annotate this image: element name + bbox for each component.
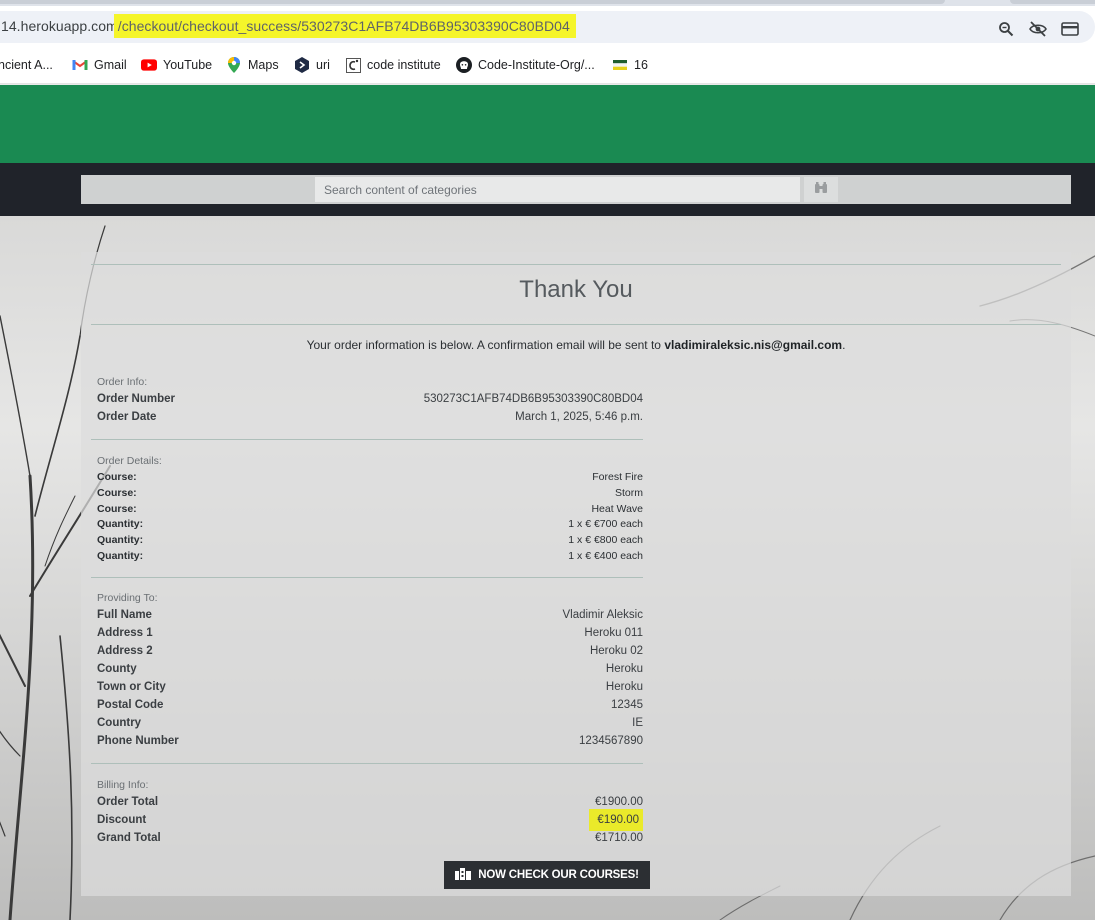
- discount-highlight: €190.00: [589, 809, 643, 831]
- bookmark-label: Code-Institute-Org/...: [478, 58, 595, 72]
- grand-total-value: €1710.00: [595, 832, 643, 844]
- order-total-value: €1900.00: [595, 796, 643, 808]
- discount-value: €190.00: [589, 809, 643, 831]
- active-tab[interactable]: [0, 0, 945, 4]
- course-value: Forest Fire: [592, 471, 643, 483]
- courses-icon: [455, 867, 472, 883]
- bookmark-youtube[interactable]: YouTube: [141, 56, 212, 74]
- bookmark-label: Maps: [248, 58, 279, 72]
- site-header: [0, 85, 1095, 163]
- bookmark-item[interactable]: ncient A...: [0, 56, 53, 74]
- quantity-value: 1 x € €800 each: [568, 534, 643, 546]
- divider: [91, 324, 1061, 325]
- course-value: Storm: [614, 487, 643, 499]
- quantity-label: Quantity:: [97, 550, 144, 562]
- bookmark-code-institute[interactable]: code institute: [345, 56, 441, 74]
- bookmarks-bar: ncient A... Gmail YouTube Maps uri code …: [0, 46, 1095, 84]
- quantity-value: 1 x € €400 each: [568, 550, 643, 562]
- bookmark-16[interactable]: 16: [612, 56, 648, 74]
- country-label: Country: [97, 717, 142, 729]
- full-name-label: Full Name: [97, 609, 152, 621]
- country-value: IE: [632, 717, 643, 729]
- address1-label: Address 1: [97, 627, 153, 639]
- course-label: Course:: [97, 503, 137, 515]
- intro-text: Your order information is below. A confi…: [81, 338, 1071, 352]
- postal-code-value: 12345: [611, 699, 643, 711]
- address2-label: Address 2: [97, 645, 153, 657]
- bookmark-label: YouTube: [163, 58, 213, 72]
- check-courses-label: NOW CHECK OUR COURSES!: [478, 869, 639, 881]
- divider: [91, 763, 643, 764]
- providing-to-heading: Providing To:: [97, 592, 158, 604]
- phone-label: Phone Number: [97, 735, 179, 747]
- zoom-icon[interactable]: [997, 20, 1015, 38]
- bookmark-label: Gmail: [94, 58, 127, 72]
- town-label: Town or City: [97, 681, 166, 693]
- bookmark-github[interactable]: Code-Institute-Org/...: [456, 56, 595, 74]
- county-label: County: [97, 663, 137, 675]
- code-institute-icon: [345, 57, 361, 73]
- quantity-value: 1 x € €700 each: [568, 518, 643, 530]
- search-button[interactable]: [804, 177, 838, 202]
- gmail-icon: [72, 57, 88, 73]
- order-date-label: Order Date: [97, 411, 157, 423]
- course-label: Course:: [97, 487, 137, 499]
- url-text[interactable]: 14.herokuapp.com/checkout/checkout_succe…: [1, 14, 576, 38]
- order-details-heading: Order Details:: [97, 455, 162, 467]
- url-path: /checkout/checkout_success/530273C1AFB74…: [113, 14, 576, 38]
- bookmark-label: code institute: [367, 58, 441, 72]
- town-value: Heroku: [605, 681, 643, 693]
- url-domain: 14.herokuapp.com: [1, 18, 118, 34]
- discount-label: Discount: [97, 814, 147, 826]
- bookmark-maps[interactable]: Maps: [226, 56, 279, 74]
- phone-value: 1234567890: [579, 735, 643, 747]
- page-title: Thank You: [519, 276, 633, 303]
- order-total-label: Order Total: [97, 796, 159, 808]
- uri-icon: [294, 57, 310, 73]
- order-number-value: 530273C1AFB74DB6B95303390C80BD04: [423, 393, 643, 405]
- binoculars-icon: [814, 181, 828, 199]
- postal-code-label: Postal Code: [97, 699, 164, 711]
- flag-icon: [612, 57, 628, 73]
- check-courses-button[interactable]: NOW CHECK OUR COURSES!: [444, 861, 650, 889]
- card-icon[interactable]: [1061, 20, 1079, 38]
- course-value: Heat Wave: [591, 503, 643, 515]
- youtube-icon: [141, 57, 157, 73]
- order-date-value: March 1, 2025, 5:46 p.m.: [515, 411, 643, 423]
- address2-value: Heroku 02: [589, 645, 643, 657]
- github-icon: [456, 57, 472, 73]
- divider: [91, 577, 643, 578]
- full-name-value: Vladimir Aleksic: [562, 609, 643, 621]
- maps-icon: [226, 57, 242, 73]
- confirmation-email: vladimiraleksic.nis@gmail.com: [664, 338, 843, 352]
- quantity-label: Quantity:: [97, 518, 144, 530]
- billing-info-heading: Billing Info:: [97, 779, 149, 791]
- intro-punctuation: .: [842, 338, 846, 352]
- divider: [91, 439, 643, 440]
- quantity-label: Quantity:: [97, 534, 144, 546]
- bookmark-label: uri: [316, 58, 330, 72]
- bookmark-label: ncient A...: [0, 58, 53, 72]
- bookmark-label: 16: [634, 58, 648, 72]
- order-info-heading: Order Info:: [97, 376, 148, 388]
- intro-message: Your order information is below. A confi…: [306, 338, 661, 352]
- address-bar: 14.herokuapp.com/checkout/checkout_succe…: [0, 6, 1095, 46]
- county-value: Heroku: [605, 663, 643, 675]
- address1-value: Heroku 011: [584, 627, 643, 639]
- bookmark-gmail[interactable]: Gmail: [72, 56, 127, 74]
- inactive-tab[interactable]: [1010, 0, 1095, 4]
- bookmark-uri[interactable]: uri: [294, 56, 330, 74]
- divider: [91, 264, 1061, 265]
- grand-total-label: Grand Total: [97, 832, 161, 844]
- eye-slash-icon[interactable]: [1029, 20, 1047, 38]
- order-number-label: Order Number: [97, 393, 175, 405]
- course-label: Course:: [97, 471, 137, 483]
- search-input[interactable]: [315, 177, 800, 202]
